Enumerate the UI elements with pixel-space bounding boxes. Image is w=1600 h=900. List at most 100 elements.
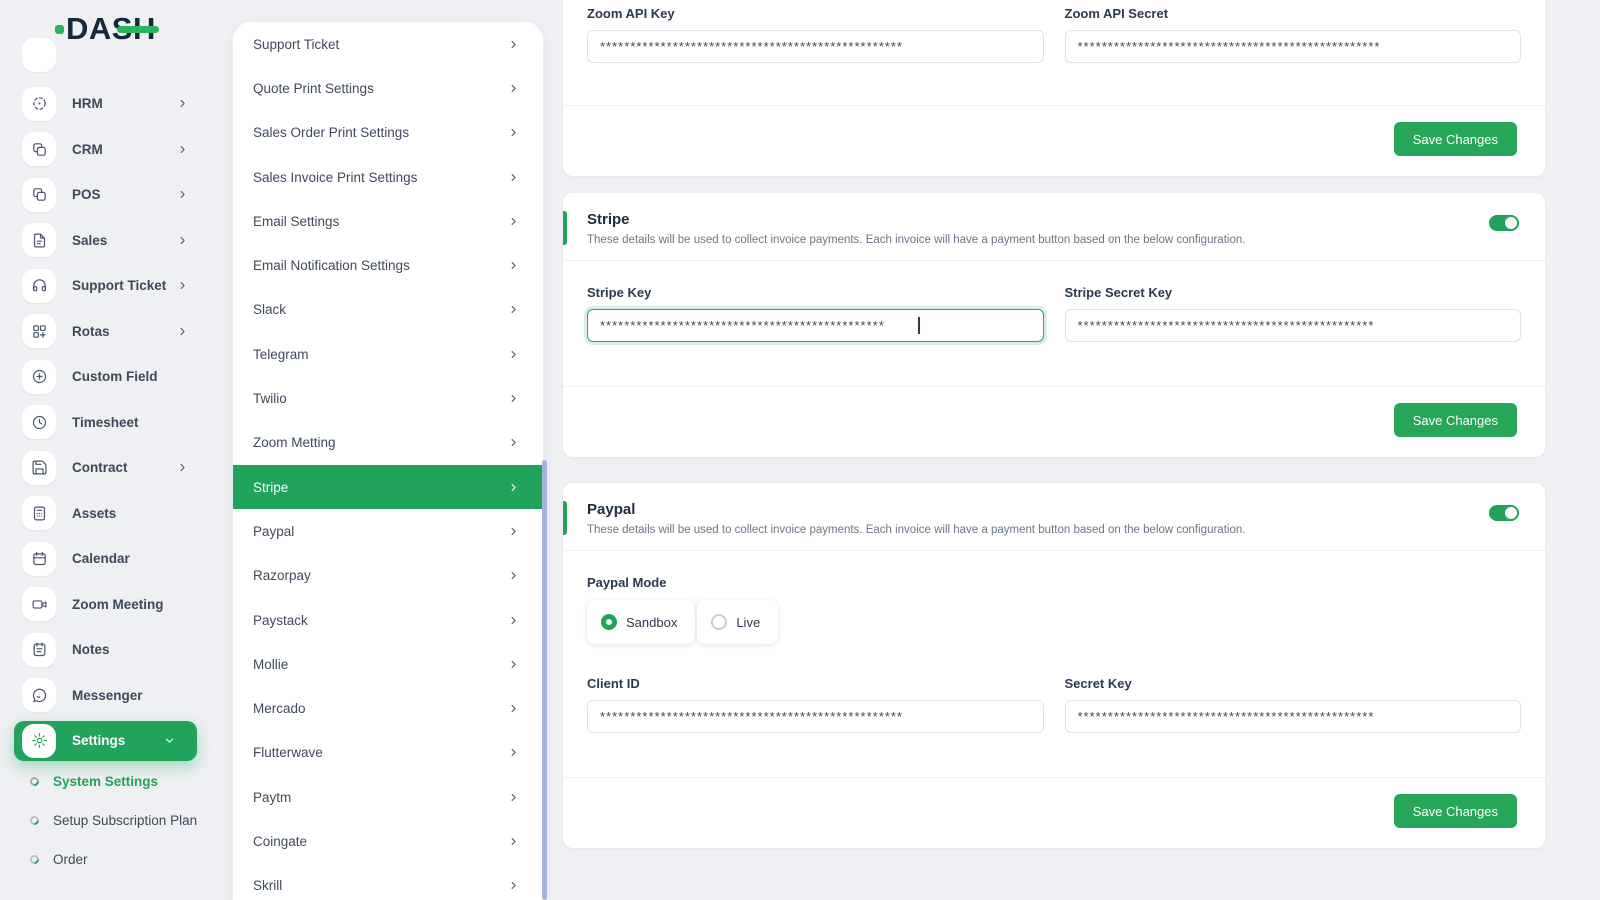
sidebar-item-crm[interactable]: CRM (0, 127, 210, 173)
sidebar-item-messenger[interactable]: Messenger (0, 673, 210, 719)
stripe-card-title: Stripe (587, 211, 630, 228)
stripe-secret-key-input[interactable] (1064, 309, 1521, 342)
calendar-icon (31, 550, 48, 567)
client-id-label: Client ID (587, 676, 640, 691)
sidebar-item-label: Rotas (72, 323, 110, 339)
zoom-api-secret-input[interactable] (1064, 30, 1521, 63)
chevron-right-icon (508, 570, 519, 581)
sidebar-item-assets[interactable]: Assets (0, 491, 210, 537)
stripe-settings-card: Stripe These details will be used to col… (563, 193, 1545, 457)
sidebar-item-sales[interactable]: Sales (0, 218, 210, 264)
sidebar-subitem-system-settings[interactable]: System Settings (0, 762, 210, 801)
accent-bar (563, 211, 567, 245)
sidebar-item-rotas[interactable]: Rotas (0, 309, 210, 355)
save-changes-button[interactable]: Save Changes (1393, 122, 1517, 156)
settings-menu-item-label: Telegram (253, 346, 309, 362)
settings-menu-item-label: Paypal (253, 523, 295, 539)
paypal-enabled-toggle[interactable] (1489, 505, 1519, 521)
sidebar-item-timesheet[interactable]: Timesheet (0, 400, 210, 446)
chevron-right-icon (508, 880, 519, 891)
stripe-enabled-toggle[interactable] (1489, 215, 1519, 231)
settings-menu-item-sales-invoice-print-settings[interactable]: Sales Invoice Print Settings (233, 155, 543, 199)
paypal-mode-options: Sandbox Live (587, 600, 1521, 644)
settings-menu-item-label: Sales Invoice Print Settings (253, 169, 418, 185)
copy-icon (31, 186, 48, 203)
sidebar-item-label: Zoom Meeting (72, 596, 164, 612)
sidebar-item-custom-field[interactable]: Custom Field (0, 354, 210, 400)
chevron-right-icon (177, 235, 188, 246)
sidebar-item-label: Calendar (72, 551, 130, 567)
settings-menu-item-sales-order-print-settings[interactable]: Sales Order Print Settings (233, 111, 543, 155)
mode-option-sandbox[interactable]: Sandbox (587, 600, 696, 644)
sidebar-item-pos[interactable]: POS (0, 172, 210, 218)
save-changes-button[interactable]: Save Changes (1393, 794, 1517, 828)
secret-key-input[interactable] (1064, 700, 1521, 733)
circle-icon (28, 814, 41, 827)
stripe-key-input[interactable] (587, 309, 1044, 342)
settings-menu-item-label: Flutterwave (253, 745, 323, 761)
settings-menu-item-label: Razorpay (253, 568, 311, 584)
sidebar-item-support-ticket[interactable]: Support Ticket (0, 263, 210, 309)
settings-menu-item-quote-print-settings[interactable]: Quote Print Settings (233, 66, 543, 110)
headphones-icon (31, 277, 48, 294)
sidebar-item-settings[interactable]: Settings (14, 721, 197, 761)
app-logo[interactable]: DASH (55, 8, 159, 50)
radio-selected-icon (601, 614, 617, 630)
settings-menu-item-slack[interactable]: Slack (233, 288, 543, 332)
settings-menu-item-telegram[interactable]: Telegram (233, 332, 543, 376)
mode-option-live[interactable]: Live (697, 600, 779, 644)
chevron-right-icon (508, 216, 519, 227)
settings-menu-item-coingate[interactable]: Coingate (233, 819, 543, 863)
sidebar-item-label: Settings (72, 733, 126, 749)
sidebar-item-notes[interactable]: Notes (0, 627, 210, 673)
sidebar-item-label: Assets (72, 505, 117, 521)
sidebar-item-calendar[interactable]: Calendar (0, 536, 210, 582)
client-id-input[interactable] (587, 700, 1044, 733)
settings-menu-item-twilio[interactable]: Twilio (233, 376, 543, 420)
settings-menu-item-paystack[interactable]: Paystack (233, 598, 543, 642)
text-caret (918, 317, 920, 334)
chevron-right-icon (508, 349, 519, 360)
sidebar-subitem-order[interactable]: Order (0, 840, 210, 879)
chevron-right-icon (508, 393, 519, 404)
settings-menu-item-skrill[interactable]: Skrill (233, 864, 543, 900)
chevron-right-icon (508, 39, 519, 50)
settings-menu-item-paytm[interactable]: Paytm (233, 775, 543, 819)
save-changes-button[interactable]: Save Changes (1393, 403, 1517, 437)
settings-menu-item-paypal[interactable]: Paypal (233, 509, 543, 553)
settings-menu-item-zoom-metting[interactable]: Zoom Metting (233, 421, 543, 465)
settings-menu-item-mercado[interactable]: Mercado (233, 686, 543, 730)
settings-menu-item-email-notification-settings[interactable]: Email Notification Settings (233, 243, 543, 287)
chevron-right-icon (508, 304, 519, 315)
settings-menu-item-flutterwave[interactable]: Flutterwave (233, 731, 543, 775)
sidebar-item-contract[interactable]: Contract (0, 445, 210, 491)
chevron-right-icon (508, 703, 519, 714)
video-icon (31, 596, 48, 613)
chevron-right-icon (508, 127, 519, 138)
radio-unselected-icon (711, 614, 728, 630)
circle-icon (28, 853, 41, 866)
settings-menu-item-email-settings[interactable]: Email Settings (233, 199, 543, 243)
zoom-settings-card: Zoom API Key Zoom API Secret Save Change… (563, 0, 1545, 176)
chevron-right-icon (177, 144, 188, 155)
settings-menu-item-support-ticket[interactable]: Support Ticket (233, 22, 543, 66)
paypal-settings-card: Paypal These details will be used to col… (563, 483, 1545, 848)
settings-menu-item-label: Support Ticket (253, 36, 340, 52)
scrollbar-thumb[interactable] (542, 460, 547, 900)
settings-menu-item-label: Paytm (253, 789, 292, 805)
sidebar-item-label: Sales (72, 232, 108, 248)
sidebar-subitem-setup-subscription-plan[interactable]: Setup Subscription Plan (0, 801, 210, 840)
chevron-right-icon (508, 83, 519, 94)
chat-icon (31, 687, 48, 704)
secret-key-label: Secret Key (1064, 676, 1132, 691)
settings-menu-item-stripe[interactable]: Stripe (233, 464, 543, 510)
settings-menu-item-razorpay[interactable]: Razorpay (233, 554, 543, 598)
zoom-api-key-input[interactable] (587, 30, 1044, 63)
settings-menu-item-mollie[interactable]: Mollie (233, 642, 543, 686)
logo-dot-icon (55, 24, 64, 34)
sidebar-item-zoom-meeting[interactable]: Zoom Meeting (0, 582, 210, 628)
chevron-right-icon (177, 280, 188, 291)
sidebar-item-label: HRM (72, 96, 103, 112)
sidebar-item-hrm[interactable]: HRM (0, 81, 210, 127)
chevron-right-icon (508, 482, 519, 493)
